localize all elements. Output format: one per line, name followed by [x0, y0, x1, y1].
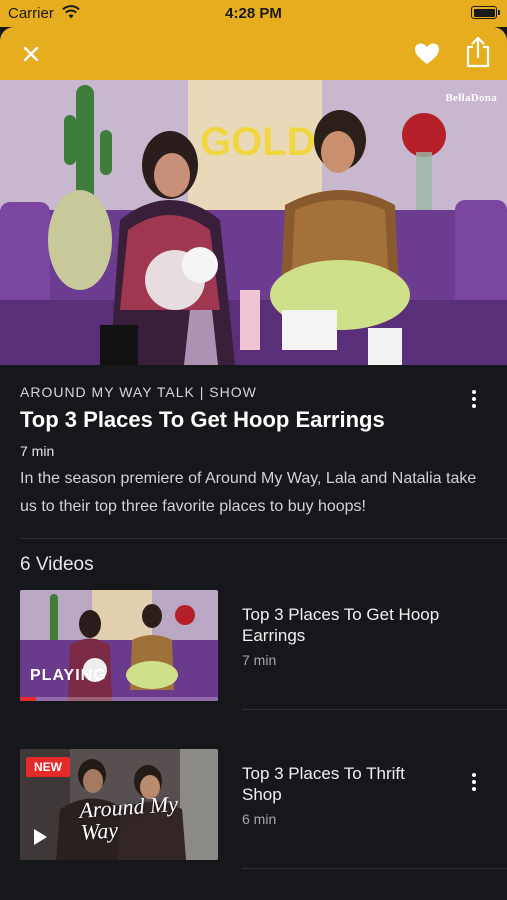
episode-description: In the season premiere of Around My Way,… — [20, 470, 477, 515]
more-options-icon[interactable] — [467, 387, 481, 411]
hero-video-image[interactable]: GOLD BellaDona — [0, 80, 507, 365]
section-divider — [20, 538, 507, 539]
episode-duration: 7 min — [20, 443, 55, 459]
heart-icon[interactable] — [413, 40, 441, 68]
episode-category: AROUND MY WAY TALK | SHOW — [20, 384, 257, 400]
status-bar: Carrier 4:28 PM — [0, 0, 507, 27]
hero-scene-illustration: GOLD — [0, 80, 507, 365]
brand-watermark: BellaDona — [445, 92, 497, 104]
more-options-icon[interactable] — [467, 770, 481, 794]
svg-text:GOLD: GOLD — [200, 120, 316, 164]
video-list-item[interactable]: NEW Around My Way Top 3 Places To Thrift… — [0, 749, 507, 864]
list-divider — [242, 868, 507, 869]
video-duration: 7 min — [242, 652, 277, 668]
share-icon[interactable] — [464, 36, 492, 68]
playback-progress — [20, 697, 218, 701]
episode-title: Top 3 Places To Get Hoop Earrings — [20, 407, 385, 432]
video-thumbnail[interactable]: PLAYING — [20, 590, 218, 701]
status-time: 4:28 PM — [225, 5, 282, 22]
top-bar — [0, 27, 507, 80]
close-icon[interactable] — [18, 41, 44, 67]
video-list-item[interactable]: PLAYING Top 3 Places To Get Hoop Earring… — [0, 590, 507, 705]
video-thumbnail[interactable]: NEW Around My Way — [20, 749, 218, 860]
video-duration: 6 min — [242, 811, 277, 827]
video-title: Top 3 Places To Get Hoop Earrings — [242, 605, 440, 645]
new-badge: NEW — [26, 757, 70, 777]
playing-label: PLAYING — [30, 667, 107, 684]
play-icon — [34, 829, 47, 845]
videos-heading: 6 Videos — [20, 554, 94, 575]
battery-icon — [471, 6, 500, 19]
list-divider — [242, 709, 507, 710]
progress-fill — [20, 697, 36, 701]
video-title: Top 3 Places To Thrift Shop — [242, 764, 405, 804]
